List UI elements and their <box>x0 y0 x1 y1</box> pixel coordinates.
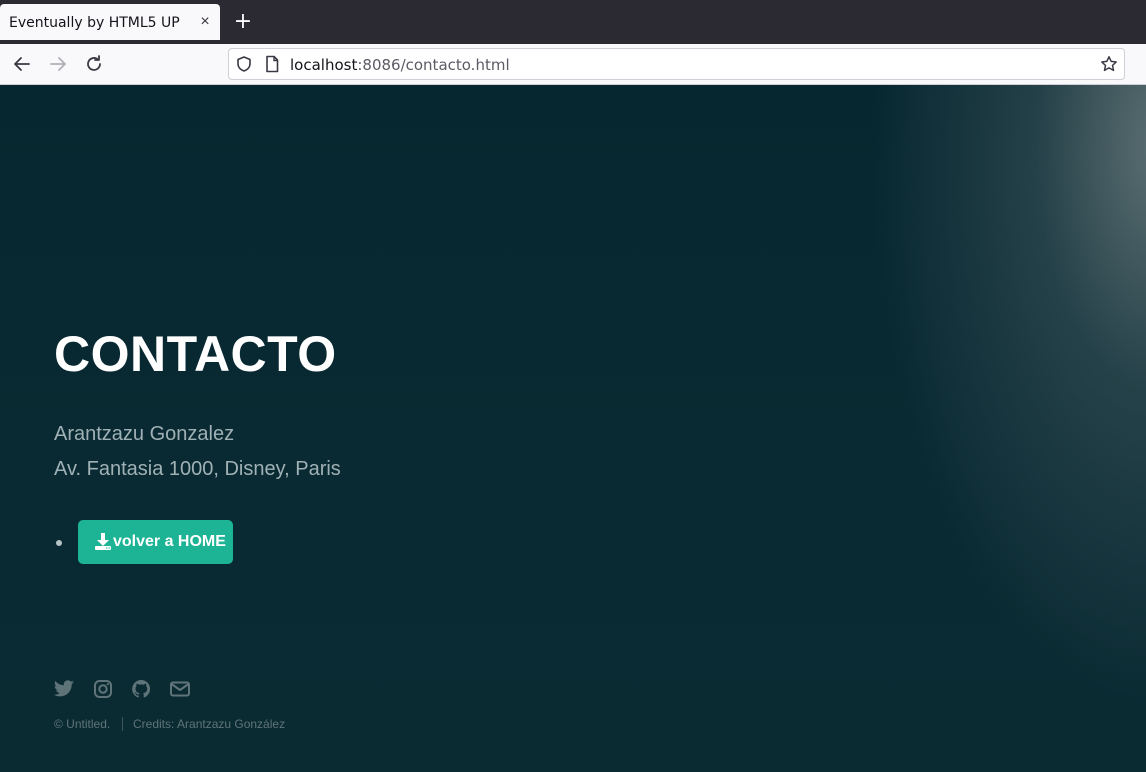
page-content: CONTACTO Arantzazu Gonzalez Av. Fantasia… <box>0 85 1146 772</box>
envelope-icon[interactable] <box>169 679 191 699</box>
tab-close-icon[interactable]: × <box>196 13 214 31</box>
footer-credits[interactable]: Credits: Arantzazu González <box>133 717 285 731</box>
url-path: :8086/contacto.html <box>357 56 510 74</box>
page-title: CONTACTO <box>54 326 337 382</box>
twitter-icon[interactable] <box>53 679 75 699</box>
tab-bar: Eventually by HTML5 UP × + <box>0 0 1146 44</box>
new-tab-button[interactable]: + <box>232 11 254 34</box>
instagram-icon[interactable] <box>92 679 114 699</box>
browser-tab[interactable]: Eventually by HTML5 UP × <box>0 4 220 40</box>
tab-title: Eventually by HTML5 UP <box>9 15 180 31</box>
page-icon <box>266 55 279 73</box>
contact-address: Av. Fantasia 1000, Disney, Paris <box>54 458 341 480</box>
navigation-bar: localhost:8086/contacto.html <box>0 44 1146 85</box>
back-arrow-icon[interactable] <box>11 53 33 75</box>
home-button[interactable]: volver a HOME <box>78 520 233 564</box>
address-bar[interactable]: localhost:8086/contacto.html <box>228 48 1125 80</box>
shield-icon[interactable] <box>235 55 253 73</box>
forward-arrow-icon[interactable] <box>47 53 69 75</box>
list-bullet <box>56 540 62 546</box>
url-host: localhost <box>290 56 358 74</box>
footer-divider <box>122 717 123 731</box>
footer-copyright: © Untitled. <box>54 717 111 731</box>
contact-name: Arantzazu Gonzalez <box>54 423 235 445</box>
reload-icon[interactable] <box>83 53 105 75</box>
download-icon <box>95 533 111 550</box>
home-button-label: volver a HOME <box>113 533 226 550</box>
url-text[interactable]: localhost:8086/contacto.html <box>290 56 510 74</box>
bookmark-star-icon[interactable] <box>1100 55 1118 73</box>
github-icon[interactable] <box>130 679 152 699</box>
